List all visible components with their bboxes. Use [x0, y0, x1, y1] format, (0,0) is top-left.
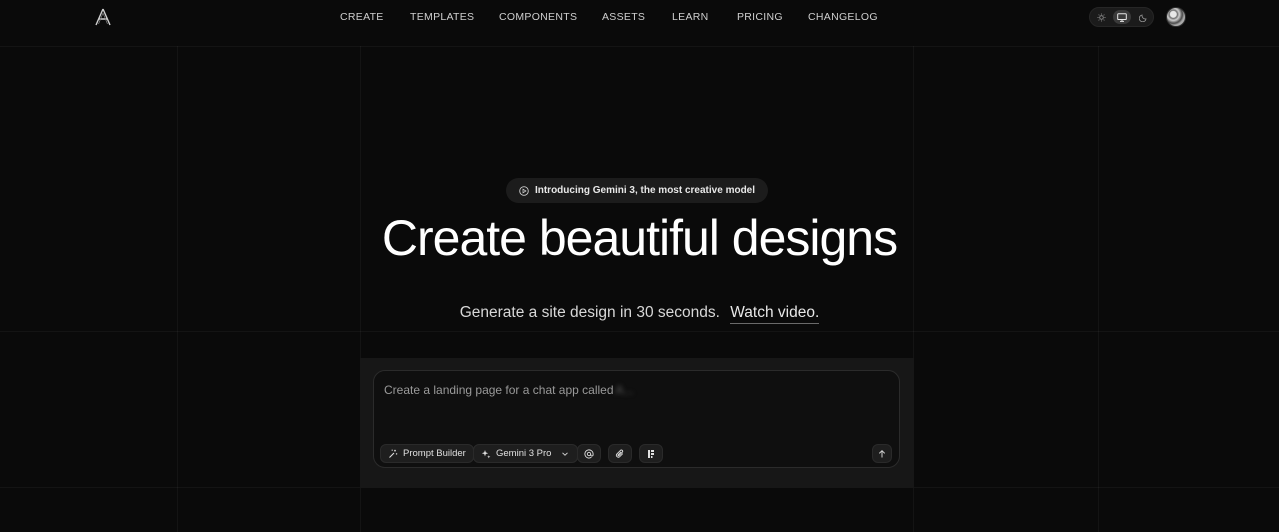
sun-icon	[1096, 12, 1106, 22]
subtitle-text: Generate a site design in 30 seconds.	[459, 304, 720, 321]
wand-icon	[389, 449, 398, 458]
prompt-blurred-suffix: A...	[615, 383, 634, 397]
mention-button[interactable]	[577, 444, 601, 463]
attach-button[interactable]	[608, 444, 632, 463]
model-label: Gemini 3 Pro	[496, 448, 552, 459]
page: CREATE TEMPLATES COMPONENTS ASSETS LEARN…	[0, 0, 1279, 532]
layout-button[interactable]	[639, 444, 663, 463]
prompt-builder-button[interactable]: Prompt Builder	[380, 444, 474, 463]
grid-line	[1098, 46, 1099, 532]
main-nav: CREATE TEMPLATES COMPONENTS ASSETS LEARN…	[0, 0, 1279, 34]
nav-changelog[interactable]: CHANGELOG	[808, 11, 878, 23]
theme-toggle	[1089, 7, 1154, 27]
at-icon	[584, 448, 594, 458]
sparkle-icon	[481, 449, 491, 458]
prompt-builder-label: Prompt Builder	[403, 448, 466, 459]
nav-assets[interactable]: ASSETS	[602, 11, 645, 23]
nav-learn[interactable]: LEARN	[672, 11, 709, 23]
layout-icon	[648, 449, 654, 458]
theme-light-button[interactable]	[1092, 10, 1110, 24]
nav-create[interactable]: CREATE	[340, 11, 384, 23]
chevron-down-icon	[562, 451, 569, 456]
nav-templates[interactable]: TEMPLATES	[410, 11, 474, 23]
announcement-pill[interactable]: Introducing Gemini 3, the most creative …	[506, 178, 768, 203]
theme-dark-button[interactable]	[1134, 10, 1152, 24]
theme-system-button[interactable]	[1113, 10, 1131, 24]
nav-pricing[interactable]: PRICING	[737, 11, 783, 23]
watch-video-link[interactable]: Watch video.	[730, 304, 820, 324]
avatar[interactable]	[1166, 7, 1186, 27]
send-button[interactable]	[872, 444, 892, 463]
grid-line	[177, 46, 178, 532]
arrow-up-icon	[878, 449, 886, 457]
grid-line	[0, 46, 1279, 47]
prompt-input[interactable]: Create a landing page for a chat app cal…	[384, 382, 634, 398]
hero-title: Create beautiful designs	[381, 210, 898, 266]
hero-subtitle: Generate a site design in 30 seconds. Wa…	[0, 303, 1279, 324]
grid-line	[0, 331, 1279, 332]
moon-icon	[1138, 13, 1147, 22]
prompt-placeholder: Create a landing page for a chat app cal…	[384, 383, 614, 397]
announcement-text: Introducing Gemini 3, the most creative …	[534, 185, 756, 196]
model-select[interactable]: Gemini 3 Pro	[473, 444, 579, 463]
paperclip-icon	[615, 449, 624, 458]
nav-components[interactable]: COMPONENTS	[499, 11, 577, 23]
monitor-icon	[1117, 12, 1127, 22]
play-circle-icon	[519, 185, 529, 196]
